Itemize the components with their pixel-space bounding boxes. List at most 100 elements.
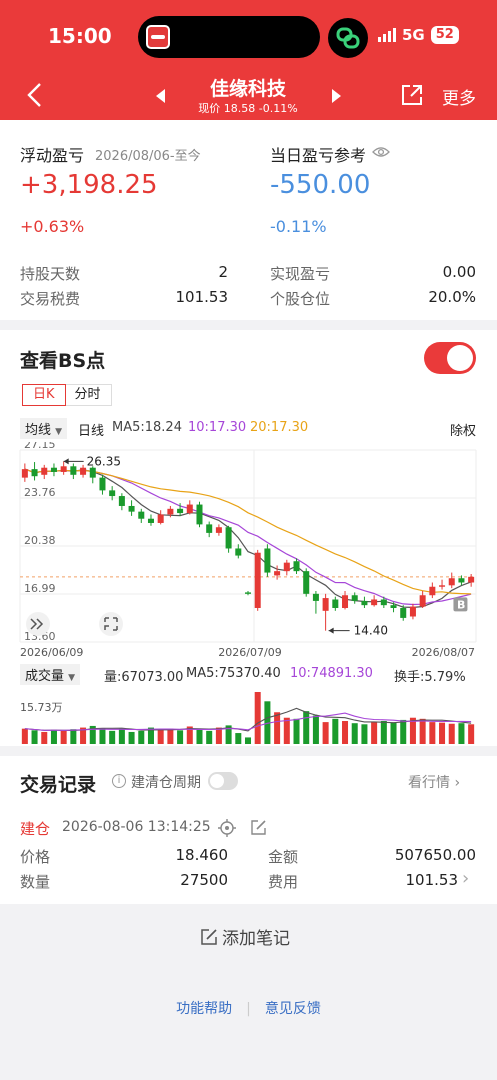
volume-bar <box>274 712 281 744</box>
note-edit-icon <box>201 928 217 945</box>
candle-body <box>312 593 319 601</box>
chart-grid <box>19 449 477 643</box>
kline-chart[interactable]: 27.1523.7620.3816.9913.60 26.3514.40B 20… <box>0 442 497 746</box>
candle-body <box>468 576 475 583</box>
today-pl-pct: -0.11% <box>270 217 327 236</box>
candle-body <box>41 467 48 475</box>
price-value: 18.460 <box>175 846 229 864</box>
candle-body <box>118 496 125 506</box>
volume-bar <box>128 731 135 744</box>
volume-bar <box>458 723 465 744</box>
min-arrow-head <box>328 627 334 634</box>
tab-day-k[interactable]: 日K <box>22 384 66 406</box>
ma-lines <box>24 468 472 609</box>
price-label: 价格 <box>20 848 51 866</box>
candle-body <box>31 469 38 477</box>
candle-body <box>89 467 96 478</box>
header: 15:00 5G 52 佳缘科技 现价 18.58 -0.11% 更多 <box>0 0 497 120</box>
ma-select-label: 均线 <box>25 423 52 438</box>
candle-body <box>380 599 387 606</box>
candle-body <box>244 592 252 594</box>
candle-body <box>215 527 222 533</box>
eye-icon[interactable] <box>372 145 390 159</box>
tab-time-share[interactable]: 分时 <box>65 385 111 405</box>
today-pl-value: -550.00 <box>270 170 371 200</box>
price-axis-label: 16.99 <box>24 582 56 595</box>
edit-icon[interactable] <box>250 819 267 836</box>
floating-pl-label: 浮动盈亏 <box>20 146 85 165</box>
adjust-mode[interactable]: 除权 <box>450 420 476 439</box>
candle-body <box>254 552 261 608</box>
candle-body <box>264 548 271 573</box>
volume-bar <box>303 711 310 744</box>
turnover: 换手:5.79% <box>394 670 466 685</box>
volume-bar <box>70 729 77 744</box>
volume-bar <box>235 733 242 744</box>
candle-body <box>80 467 87 475</box>
volume-bar <box>41 731 48 744</box>
volume-bar <box>361 724 368 744</box>
candle-body <box>332 599 339 608</box>
prev-stock-icon[interactable] <box>156 89 165 103</box>
next-stock-icon[interactable] <box>332 89 341 103</box>
volume-bar <box>293 718 300 744</box>
position-label: 个股仓位 <box>270 290 331 308</box>
locate-icon[interactable] <box>218 819 236 837</box>
ma-select[interactable]: 均线 ▼ <box>20 418 68 439</box>
volume-select[interactable]: 成交量 ▼ <box>20 664 81 685</box>
back-icon[interactable] <box>22 80 48 110</box>
stock-name: 佳缘科技 <box>209 78 286 100</box>
status-right: 5G 52 <box>378 26 459 44</box>
more-button[interactable]: 更多 <box>442 84 476 109</box>
buy-marker-label: B <box>457 598 465 611</box>
view-quote-label: 看行情 <box>408 775 450 791</box>
candle-body <box>99 477 106 491</box>
cycle-toggle[interactable] <box>208 772 238 790</box>
stock-price-line: 现价 18.58 -0.11% <box>198 102 298 115</box>
volume-bar <box>99 728 106 744</box>
position-value: 20.0% <box>428 288 476 306</box>
bs-toggle[interactable] <box>424 342 476 374</box>
volume-bars: 15.73万 <box>20 692 475 744</box>
candle-body <box>196 504 203 525</box>
floating-pl-pct: +0.63% <box>20 217 85 236</box>
cycle-label: 建清仓周期 <box>131 775 201 791</box>
amount-value: 507650.00 <box>394 846 476 864</box>
link-icon[interactable] <box>328 18 368 58</box>
realized-pl-value: 0.00 <box>442 263 476 281</box>
dynamic-island <box>138 16 320 58</box>
candle-body <box>109 490 116 497</box>
date-axis-label: 2026/08/07 <box>412 646 475 659</box>
volume-bar <box>371 722 378 744</box>
volume-bar <box>60 730 67 744</box>
ma-row: 均线 ▼ 日线 MA5:18.24 10:17.30 20:17.30 除权 <box>20 418 477 440</box>
footer-separator: | <box>246 1001 251 1017</box>
candle-body <box>390 605 397 608</box>
trade-time: 2026-08-06 13:14:25 <box>62 819 211 835</box>
volume-bar <box>419 718 426 744</box>
volume-bar <box>283 717 290 744</box>
chevron-right-icon[interactable]: › <box>462 868 469 889</box>
volume-ma5: MA5:75370.40 <box>186 666 281 681</box>
volume-axis-label: 15.73万 <box>20 701 63 714</box>
feedback-link[interactable]: 意见反馈 <box>265 1001 321 1017</box>
view-quote-link[interactable]: 看行情 › <box>408 772 460 792</box>
ma20-value: 20:17.30 <box>250 420 309 435</box>
volume-bar <box>177 730 184 744</box>
expand-icon <box>26 612 50 636</box>
candle-body <box>186 504 193 514</box>
candle-body <box>138 511 145 519</box>
volume-bar <box>31 730 38 744</box>
info-icon[interactable]: i <box>112 774 126 788</box>
candle-body <box>303 571 310 594</box>
share-icon[interactable] <box>400 83 424 107</box>
volume-bar <box>21 728 28 744</box>
chevron-down-icon: ▼ <box>55 427 63 437</box>
add-note-button[interactable]: 添加笔记 <box>200 924 290 949</box>
help-link[interactable]: 功能帮助 <box>176 1001 232 1017</box>
candle-body <box>409 606 416 617</box>
volume-bar <box>332 718 339 744</box>
fullscreen-icon <box>99 612 123 636</box>
amount-label: 金额 <box>268 848 299 866</box>
ma5-value: MA5:18.24 <box>112 420 182 435</box>
